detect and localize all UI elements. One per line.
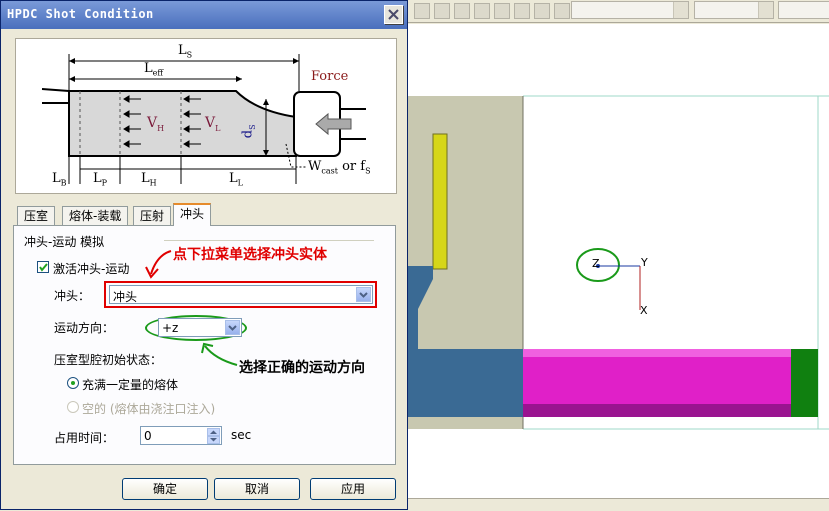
activate-plunger-checkbox[interactable]: [37, 261, 49, 273]
label-fs-sub: S: [365, 166, 371, 176]
tab-chamber[interactable]: 压室: [17, 206, 56, 225]
toolbar-tool-8-icon[interactable]: [554, 3, 570, 19]
annotation-select-direction: 选择正确的运动方向: [239, 360, 365, 376]
close-button[interactable]: [384, 5, 403, 24]
label-ds-sub: S: [248, 124, 258, 130]
label-leff-sub: eff: [152, 68, 164, 78]
spin-up-button[interactable]: [207, 428, 220, 436]
plunger-select[interactable]: 冲头: [109, 285, 373, 304]
label-lh-main: L: [141, 171, 150, 186]
yellow-part: [432, 133, 448, 270]
label-vl-sub: L: [215, 123, 221, 133]
radio-empty[interactable]: [67, 401, 79, 413]
label-wcast: Wcast or fS: [308, 159, 371, 176]
axis-y-label: Y: [641, 256, 648, 269]
label-ll-sub: L: [237, 178, 243, 188]
initial-state-label: 压室型腔初始状态：: [54, 353, 163, 367]
dialog-titlebar: HPDC Shot Condition: [1, 1, 407, 29]
label-lp-sub: P: [101, 178, 108, 188]
toolbar-tool-1-icon[interactable]: [414, 3, 430, 19]
toolbar-tool-6-icon[interactable]: [514, 3, 530, 19]
label-lh-sub: H: [149, 178, 157, 188]
label-ls-sub: S: [186, 50, 193, 60]
label-ll-main: L: [229, 171, 238, 186]
spin-down-icon: [210, 438, 217, 442]
annotation-select-plunger: 点下拉菜单选择冲头实体: [173, 247, 327, 263]
direction-select-value: +z: [162, 321, 179, 335]
axis-z-label: Z: [592, 257, 600, 270]
viewport-top-border: [408, 24, 829, 42]
label-leff: Leff: [144, 61, 163, 78]
label-or: or: [342, 159, 357, 174]
occupy-time-value: 0: [144, 429, 152, 443]
direction-select[interactable]: +z: [158, 318, 242, 337]
app-status-strip: [408, 498, 829, 511]
occupy-time-label: 占用时间：: [54, 431, 115, 445]
label-ls: LS: [178, 43, 192, 60]
toolbar-tool-4-icon[interactable]: [474, 3, 490, 19]
toolbar-combo-3[interactable]: [778, 1, 829, 19]
tab-injection[interactable]: 压射: [133, 206, 172, 225]
tab-melt-loading[interactable]: 熔体-装载: [62, 206, 129, 225]
label-vh-main: V: [147, 115, 158, 131]
direction-label: 运动方向：: [54, 321, 115, 335]
chevron-down-icon: [359, 292, 368, 298]
3d-viewport[interactable]: Z Y X: [408, 24, 829, 498]
label-ds-main: d: [240, 129, 256, 139]
dialog-title: HPDC Shot Condition: [7, 7, 154, 21]
label-ll: LL: [229, 171, 243, 188]
occupy-time-unit: sec: [231, 428, 252, 442]
group-title: 冲头-运动 模拟: [24, 235, 105, 249]
toolbar-tool-2-icon[interactable]: [434, 3, 450, 19]
label-lb-sub: B: [60, 178, 67, 188]
label-vl: VL: [205, 115, 220, 133]
label-ds: dS: [241, 124, 258, 138]
model-view: [408, 24, 829, 498]
label-force: Force: [311, 69, 349, 84]
close-icon: [388, 9, 399, 20]
tab-plunger[interactable]: 冲头: [173, 203, 212, 226]
label-lp: LP: [93, 171, 107, 188]
label-vh-sub: H: [157, 123, 165, 133]
label-leff-main: L: [144, 61, 153, 76]
radio-full-label: 充满一定量的熔体: [82, 378, 179, 392]
apply-button[interactable]: 应用: [310, 478, 396, 500]
label-wcast-main: W: [308, 159, 322, 174]
label-ls-main: L: [178, 43, 187, 58]
chevron-down-icon: [228, 325, 237, 331]
radio-full-melt[interactable]: [67, 377, 79, 389]
toolbar-tool-7-icon[interactable]: [534, 3, 550, 19]
app-toolbar: [408, 0, 829, 23]
toolbar-combo-2[interactable]: [694, 1, 774, 19]
spin-up-icon: [210, 430, 217, 434]
shot-diagram: LS Leff Force VH VL dS LB LP LH LL Wcast…: [15, 38, 397, 194]
plunger-label: 冲头：: [54, 289, 91, 303]
hpdc-shot-condition-dialog: HPDC Shot Condition LS Leff Force VH VL …: [0, 0, 408, 510]
green-part: [791, 349, 818, 417]
radio-empty-label: 空的 (熔体由浇注口注入): [82, 402, 216, 416]
ok-button[interactable]: 确定: [122, 478, 208, 500]
axis-x-label: X: [640, 304, 648, 317]
activate-plunger-label: 激活冲头-运动: [53, 262, 130, 276]
label-lb: LB: [52, 171, 67, 188]
direction-dropdown-button[interactable]: [225, 320, 240, 335]
label-wcast-sub: cast: [321, 166, 338, 176]
group-divider: [164, 240, 374, 241]
occupy-time-input[interactable]: 0: [140, 426, 222, 445]
label-lp-main: L: [93, 171, 102, 186]
label-lb-main: L: [52, 171, 61, 186]
label-lh: LH: [141, 171, 157, 188]
spin-down-button[interactable]: [207, 436, 220, 444]
toolbar-combo-1[interactable]: [571, 1, 689, 19]
checkmark-icon: [39, 263, 48, 272]
label-vh: VH: [147, 115, 164, 133]
toolbar-tool-3-icon[interactable]: [454, 3, 470, 19]
plunger-dropdown-button[interactable]: [356, 287, 371, 302]
toolbar-tool-5-icon[interactable]: [494, 3, 510, 19]
label-vl-main: V: [205, 115, 216, 131]
radio-full-dot: [71, 381, 75, 385]
cancel-button[interactable]: 取消: [214, 478, 300, 500]
plunger-select-value: 冲头: [113, 290, 138, 304]
